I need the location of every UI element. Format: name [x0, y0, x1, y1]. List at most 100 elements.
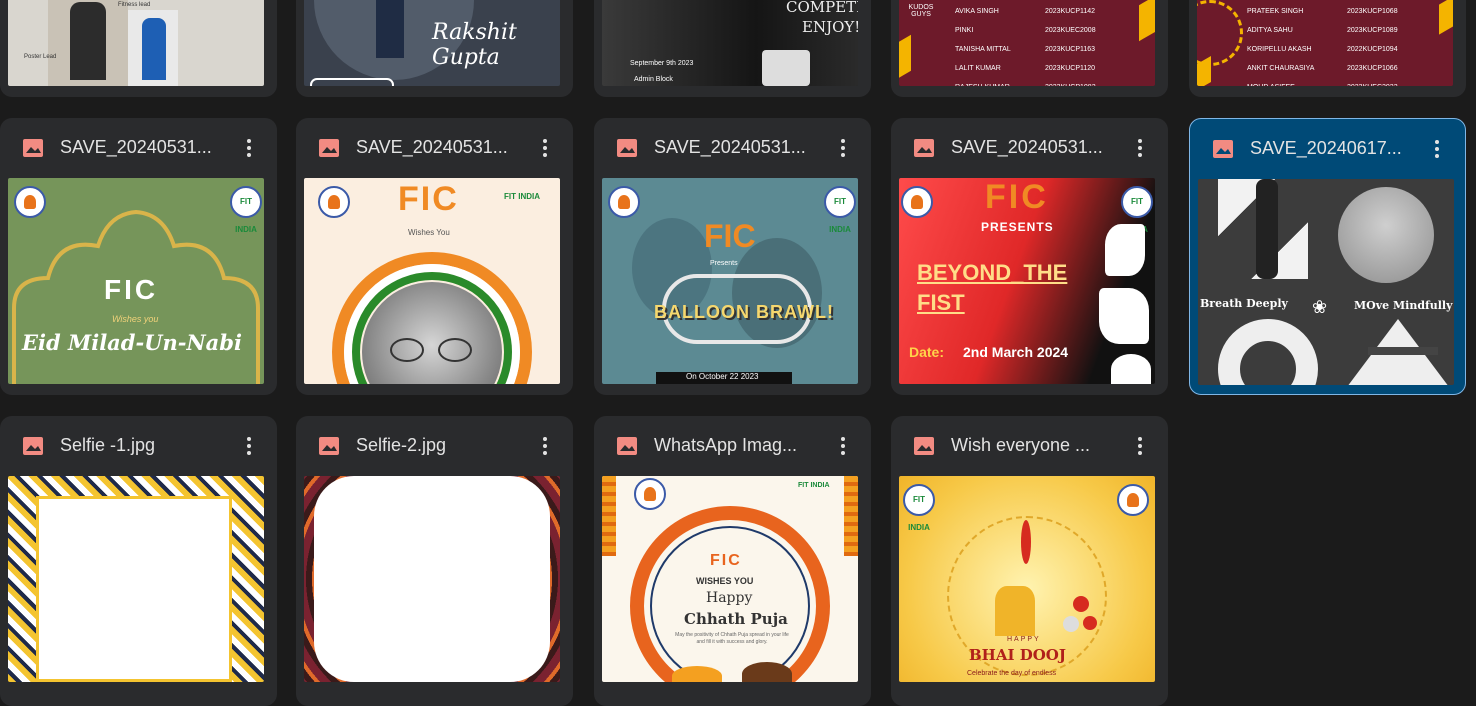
yoga-left-text: Breath Deeply — [1200, 297, 1288, 310]
college-logo — [901, 186, 933, 218]
fit-india-logo: FIT INDIA — [798, 482, 830, 489]
college-logo — [608, 186, 640, 218]
file-card[interactable]: SAVE_20240531... FIT INDIA FIC Presents … — [594, 118, 871, 395]
letter-g — [1218, 319, 1318, 385]
image-icon — [914, 139, 934, 157]
yoga-right-text: MOve Mindfully — [1354, 299, 1453, 312]
file-card[interactable]: Selfie-2.jpg — [296, 416, 573, 706]
presents-text: Presents — [710, 260, 738, 267]
file-name[interactable]: SAVE_20240617... — [1250, 136, 1410, 160]
file-name[interactable]: SAVE_20240531... — [951, 135, 1111, 159]
martial-arts-silhouette — [1099, 288, 1149, 344]
member-name: AVIKA SINGH — [955, 8, 999, 15]
martial-arts-silhouette — [1111, 354, 1151, 384]
greeting-subtitle: May the positivity of Chhath Puja spread… — [675, 632, 789, 645]
more-options-icon[interactable] — [1130, 434, 1150, 458]
signature: Rakshit Gupta — [432, 20, 517, 70]
member-id: 2023KUEC2008 — [1045, 27, 1096, 34]
venue-text: Admin Block — [634, 76, 673, 83]
more-options-icon[interactable] — [1427, 137, 1447, 161]
lotus-icon: ❀ — [1312, 297, 1328, 317]
file-name[interactable]: SAVE_20240531... — [356, 135, 516, 159]
thumbnail: FIT INDIA FIC Presents BALLOON BRAWL! On… — [602, 178, 858, 384]
thumbnail: KUDOS GUYS AVIKA SINGH PINKI TANISHA MIT… — [899, 0, 1155, 86]
fit-india-logo: FIT INDIA — [903, 484, 935, 532]
thumbnail: PRATEEK SINGH ADITYA SAHU KORIPELLU AKAS… — [1197, 0, 1453, 86]
brand-text: FIC — [710, 552, 742, 569]
college-logo — [634, 478, 666, 510]
file-name[interactable]: Wish everyone ... — [951, 433, 1111, 457]
member-name: LALIT KUMAR — [955, 65, 1001, 72]
thumbnail: Breath Deeply ❀ MOve Mindfully — [1198, 179, 1454, 385]
member-name: RAJESH KUMAR — [955, 78, 1011, 86]
file-name[interactable]: Selfie-2.jpg — [356, 433, 516, 457]
thumbnail: Poster Lead Fitness lead — [8, 0, 264, 86]
file-card[interactable]: Selfie -1.jpg — [0, 416, 277, 706]
member-name: PINKI — [955, 27, 974, 34]
member-name: ANKIT CHAURASIYA — [1247, 65, 1315, 72]
member-id: 2023KUCP1082 — [1045, 78, 1096, 86]
file-card[interactable]: Poster Lead Fitness lead — [0, 0, 277, 97]
thumbnail — [8, 476, 264, 682]
more-options-icon[interactable] — [239, 434, 259, 458]
file-card[interactable]: Wish everyone ... FIT INDIA HAPPY BHAI D… — [891, 416, 1168, 706]
tilak — [1021, 520, 1031, 564]
image-icon — [617, 437, 637, 455]
headline: ENJOY! — [802, 18, 858, 36]
file-name[interactable]: SAVE_20240531... — [60, 135, 220, 159]
more-options-icon[interactable] — [833, 434, 853, 458]
member-id: 2023KUCP1089 — [1347, 27, 1398, 34]
image-icon — [23, 139, 43, 157]
file-card-selected[interactable]: SAVE_20240617... Breath Deeply ❀ MOve Mi… — [1189, 118, 1466, 395]
presents-text: PRESENTS — [981, 220, 1054, 234]
image-icon — [23, 437, 43, 455]
brand-text: FIC — [985, 178, 1049, 216]
more-options-icon[interactable] — [833, 136, 853, 160]
thumbnail: FIT INDIA FIC Wishes you Eid Milad-Un-Na… — [8, 178, 264, 384]
image-icon — [319, 437, 339, 455]
file-name[interactable]: SAVE_20240531... — [654, 135, 814, 159]
file-card[interactable]: SAVE_20240531... FIT INDIA FIC PRESENTS … — [891, 118, 1168, 395]
greeting-subtitle: Celebrate the day of endless — [967, 670, 1057, 677]
member-id: 2023KUCP1142 — [1045, 8, 1096, 15]
member-id: 2023KUCP1120 — [1045, 65, 1096, 72]
happy-text: HAPPY — [1007, 636, 1041, 643]
brand-text: FIC — [704, 218, 756, 254]
file-card[interactable]: SAVE_20240531... FIT INDIA FIC Wishes Yo… — [296, 118, 573, 395]
image-icon — [1213, 140, 1233, 158]
file-card[interactable]: PRATEEK SINGH ADITYA SAHU KORIPELLU AKAS… — [1189, 0, 1466, 97]
file-card[interactable]: Rakshit Gupta — [296, 0, 573, 97]
event-title: BEYOND_THE FIST — [917, 260, 1068, 315]
thumbnail: COMPETE ENJOY! September 9th 2023 Admin … — [602, 0, 858, 86]
wishes-text: Wishes You — [408, 228, 450, 237]
more-options-icon[interactable] — [239, 136, 259, 160]
more-options-icon[interactable] — [535, 136, 555, 160]
greeting-title: Eid Milad-Un-Nabi — [22, 330, 242, 355]
image-icon — [617, 139, 637, 157]
member-id: 2023KUEC2022 — [1347, 78, 1398, 86]
file-name[interactable]: WhatsApp Imag... — [654, 433, 814, 457]
file-card[interactable]: WhatsApp Imag... FIT INDIA FIC WISHES YO… — [594, 416, 871, 706]
file-card[interactable]: KUDOS GUYS AVIKA SINGH PINKI TANISHA MIT… — [891, 0, 1168, 97]
thumbnail: FIT INDIA FIC PRESENTS BEYOND_THE FIST D… — [899, 178, 1155, 384]
thumbnail: FIT INDIA HAPPY BHAI DOOJ Celebrate the … — [899, 476, 1155, 682]
member-name: PRATEEK SINGH — [1247, 8, 1304, 15]
event-date: On October 22 2023 — [686, 372, 759, 381]
more-options-icon[interactable] — [535, 434, 555, 458]
college-logo — [318, 186, 350, 218]
file-card[interactable]: COMPETE ENJOY! September 9th 2023 Admin … — [594, 0, 871, 97]
brand-text: FIC — [104, 274, 159, 305]
file-card[interactable]: SAVE_20240531... FIT INDIA FIC Wishes yo… — [0, 118, 277, 395]
fit-india-logo: FIT INDIA — [824, 186, 856, 234]
more-options-icon[interactable] — [1130, 136, 1150, 160]
logo-text: KUDOS GUYS — [908, 4, 934, 18]
image-icon — [914, 437, 934, 455]
image-icon — [319, 139, 339, 157]
brand-text: FIC — [398, 180, 459, 218]
fit-india-logo: FIT INDIA — [504, 192, 540, 201]
siblings-silhouette — [995, 586, 1035, 636]
member-id: 2022KUCP1094 — [1347, 46, 1398, 53]
thumbnail: FIT INDIA FIC Wishes You — [304, 178, 560, 384]
college-logo — [1117, 484, 1149, 516]
file-name[interactable]: Selfie -1.jpg — [60, 433, 220, 457]
